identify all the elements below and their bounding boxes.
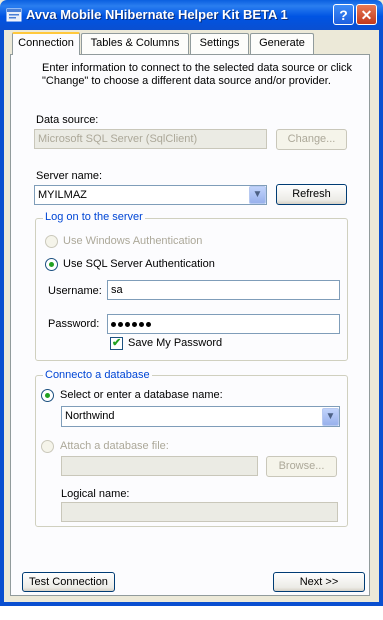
username-label: Username:: [48, 285, 102, 297]
server-dropdown-chevron-down-icon[interactable]: ▼: [249, 186, 266, 204]
database-name-combo[interactable]: Northwind: [61, 406, 340, 427]
password-label: Password:: [48, 318, 100, 330]
password-dot: [118, 321, 123, 327]
help-icon: ?: [339, 7, 348, 23]
database-file-input: [61, 456, 258, 476]
checkmark-icon: ✔: [112, 337, 122, 349]
window-frame-left: [0, 30, 4, 606]
select-database-label[interactable]: Select or enter a database name:: [60, 389, 223, 401]
password-dot: [125, 321, 130, 327]
tab-connection[interactable]: Connection: [12, 32, 80, 55]
windows-auth-radio: [45, 235, 58, 248]
browse-button: Browse...: [266, 456, 337, 477]
logical-name-label: Logical name:: [61, 488, 130, 500]
intro-text: Enter information to connect to the sele…: [42, 62, 352, 87]
password-input[interactable]: [107, 314, 340, 334]
window-frame-bottom: [0, 602, 383, 606]
data-source-field: Microsoft SQL Server (SqlClient): [34, 129, 267, 149]
sql-auth-radio-dot: [49, 262, 54, 267]
server-name-label: Server name:: [36, 170, 103, 182]
sql-auth-radio[interactable]: [45, 258, 58, 271]
window-frame-right: [379, 30, 383, 606]
database-dropdown-chevron-down-icon[interactable]: ▼: [322, 408, 339, 426]
tab-tables-columns[interactable]: Tables & Columns: [81, 33, 189, 54]
attach-database-radio: [41, 440, 54, 453]
refresh-button[interactable]: Refresh: [276, 184, 347, 205]
password-dot: [139, 321, 144, 327]
next-button[interactable]: Next >>: [273, 572, 365, 592]
save-password-label[interactable]: Save My Password: [128, 337, 222, 349]
username-input[interactable]: sa: [107, 280, 340, 300]
tab-generate[interactable]: Generate: [250, 33, 314, 54]
help-button[interactable]: ?: [333, 4, 354, 25]
windows-auth-label: Use Windows Authentication: [63, 235, 203, 247]
server-name-combo[interactable]: MYILMAZ: [34, 185, 267, 205]
password-mask: [111, 318, 153, 330]
database-group-title: Connecto a database: [43, 369, 152, 381]
select-database-radio[interactable]: [41, 389, 54, 402]
sql-auth-label[interactable]: Use SQL Server Authentication: [63, 258, 215, 270]
save-password-checkbox[interactable]: ✔: [110, 337, 123, 350]
server-name-value: MYILMAZ: [38, 189, 87, 201]
data-source-label: Data source:: [36, 114, 99, 126]
logon-group-title: Log on to the server: [43, 211, 145, 223]
attach-database-label: Attach a database file:: [60, 440, 169, 452]
password-dot: [132, 321, 137, 327]
window-title: Avva Mobile NHibernate Helper Kit BETA 1: [26, 7, 288, 22]
app-icon: [6, 7, 22, 23]
database-name-value: Northwind: [65, 410, 115, 422]
close-button[interactable]: ✕: [356, 4, 377, 25]
select-database-radio-dot: [45, 393, 50, 398]
tab-settings[interactable]: Settings: [190, 33, 249, 54]
test-connection-button[interactable]: Test Connection: [22, 572, 115, 592]
logical-name-input: [61, 502, 338, 522]
password-dot: [146, 321, 151, 327]
change-button: Change...: [276, 129, 347, 150]
password-dot: [111, 321, 116, 327]
close-icon: ✕: [360, 7, 373, 23]
